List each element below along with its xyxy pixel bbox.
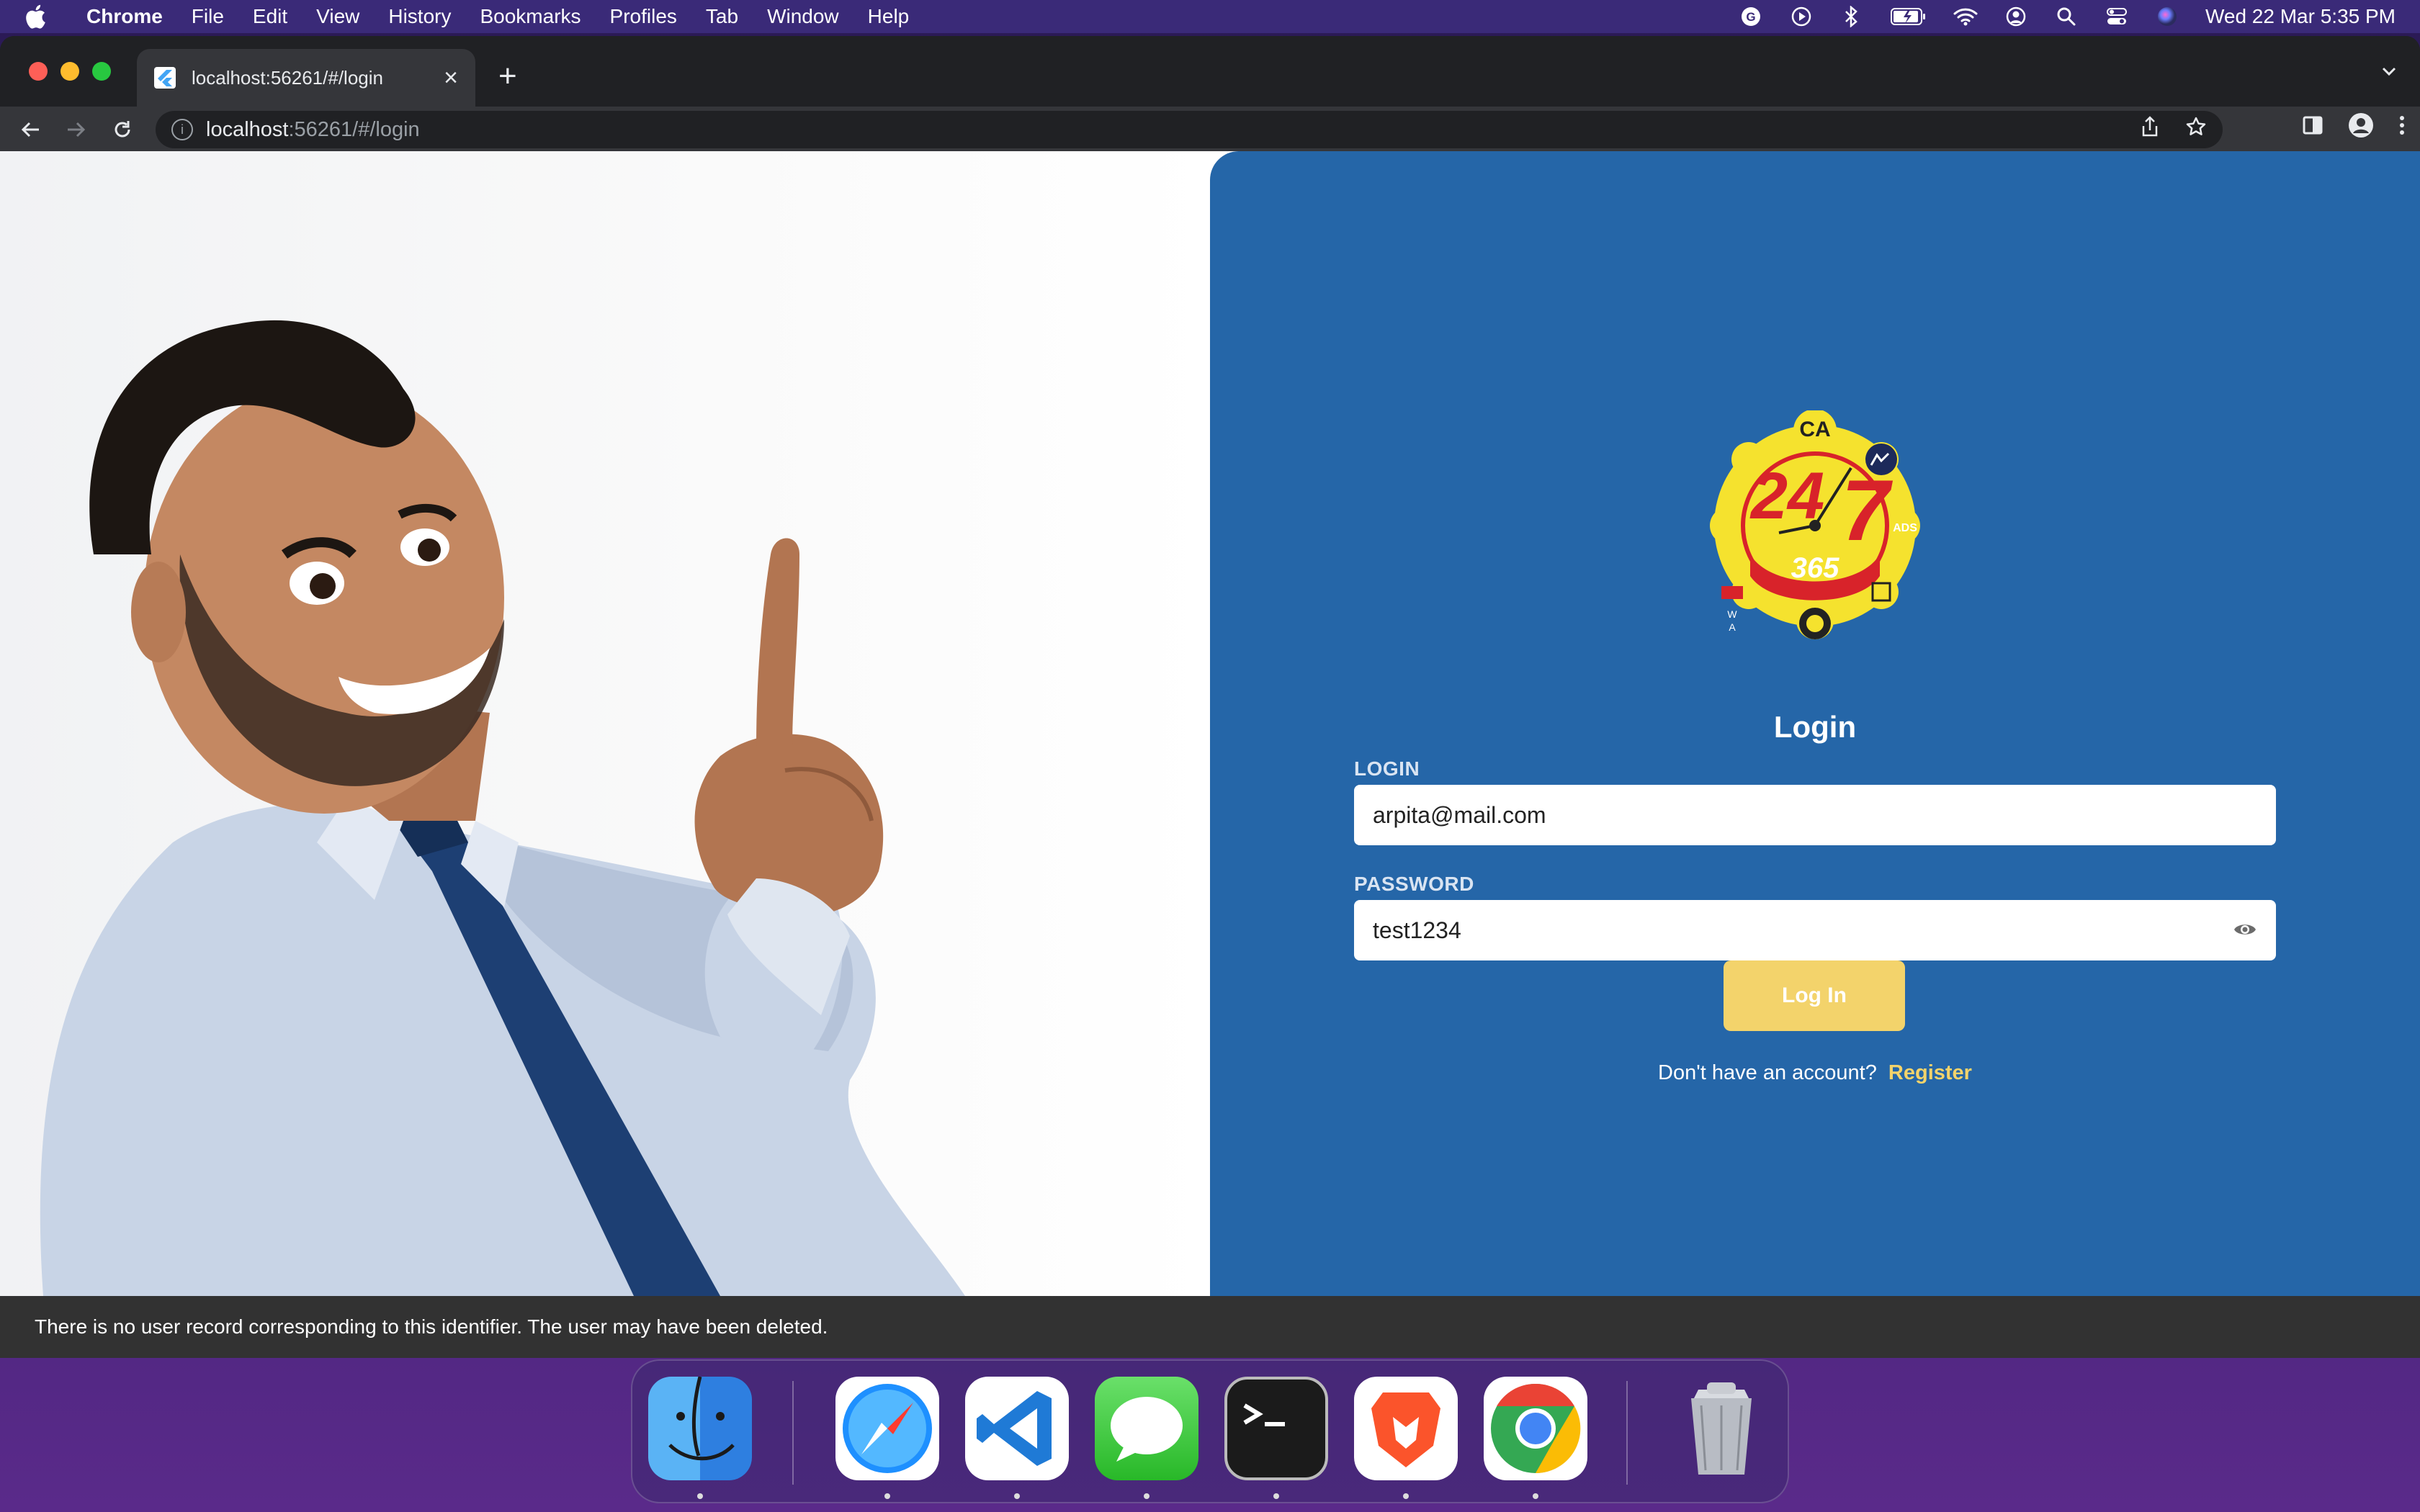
menu-history[interactable]: History [388, 5, 451, 28]
finder-running-dot [697, 1493, 703, 1499]
password-field[interactable]: test1234 [1354, 900, 2276, 960]
wifi-icon[interactable] [1953, 4, 1978, 29]
menu-tab[interactable]: Tab [706, 5, 738, 28]
terminal-running-dot [1273, 1493, 1279, 1499]
reload-icon[interactable] [108, 115, 137, 144]
url-host: localhost [206, 117, 289, 141]
snackbar-message: There is no user record corresponding to… [35, 1315, 828, 1338]
tab-close-icon[interactable]: × [444, 64, 458, 92]
error-snackbar: There is no user record corresponding to… [0, 1296, 2420, 1358]
messages-running-dot [1144, 1493, 1150, 1499]
vscode-running-dot [1014, 1493, 1020, 1499]
site-info-icon[interactable]: i [171, 119, 193, 140]
brave-icon[interactable] [1354, 1377, 1458, 1480]
no-account-text: Don't have an account? [1658, 1061, 1877, 1084]
bookmark-star-icon[interactable] [2185, 116, 2207, 143]
grammarly-icon[interactable]: G [1739, 4, 1763, 29]
menu-bookmarks[interactable]: Bookmarks [480, 5, 581, 28]
toolbar-right-actions [2302, 112, 2406, 142]
login-button[interactable]: Log In [1724, 960, 1905, 1031]
register-prompt: Don't have an account? Register [1210, 1061, 2420, 1085]
siri-icon[interactable] [2155, 4, 2179, 29]
spotlight-search-icon[interactable] [2054, 4, 2079, 29]
terminal-icon[interactable] [1224, 1377, 1328, 1480]
tab-search-chevron-icon[interactable] [2380, 62, 2398, 84]
brave-running-dot [1403, 1493, 1409, 1499]
menu-help[interactable]: Help [868, 5, 910, 28]
menu-window[interactable]: Window [767, 5, 839, 28]
login-email-value: arpita@mail.com [1373, 801, 1546, 828]
register-link[interactable]: Register [1888, 1061, 1972, 1084]
close-window-button[interactable] [29, 62, 48, 81]
tab-active[interactable]: localhost:56261/#/login × [137, 49, 475, 107]
logo-7-text: 7 [1842, 462, 1894, 559]
zoom-window-button[interactable] [92, 62, 111, 81]
side-panel-icon[interactable] [2302, 114, 2323, 140]
tab-strip: localhost:56261/#/login × + [0, 36, 2420, 107]
login-title: Login [1773, 710, 1857, 744]
user-account-icon[interactable] [2004, 4, 2028, 29]
chrome-window: localhost:56261/#/login × + i localhost:… [0, 36, 2420, 1358]
logo-wa-badge: W [1727, 608, 1737, 620]
login-email-field[interactable]: arpita@mail.com [1354, 785, 2276, 845]
menu-app-name[interactable]: Chrome [86, 5, 163, 28]
tab-title: localhost:56261/#/login [192, 66, 383, 89]
battery-icon[interactable] [1890, 4, 1927, 29]
dock-separator [792, 1381, 794, 1485]
login-field-label: LOGIN [1354, 757, 1420, 780]
chrome-icon[interactable] [1484, 1377, 1587, 1480]
chrome-menu-icon[interactable] [2398, 114, 2406, 140]
bluetooth-icon[interactable] [1839, 4, 1864, 29]
address-bar[interactable]: i localhost:56261/#/login [156, 111, 2223, 148]
logo-wa-badge-2: A [1729, 621, 1736, 633]
password-field-label: PASSWORD [1354, 873, 1474, 895]
safari-icon[interactable] [835, 1377, 939, 1480]
macos-dock [631, 1359, 1789, 1503]
menu-edit[interactable]: Edit [253, 5, 287, 28]
trash-icon[interactable] [1670, 1377, 1773, 1480]
share-icon[interactable] [2141, 116, 2159, 143]
apple-icon[interactable] [24, 4, 58, 29]
logo-365-text: 365 [1791, 552, 1839, 584]
logo-ca-badge: CA [1799, 418, 1830, 441]
chrome-running-dot [1533, 1493, 1538, 1499]
window-controls [29, 62, 111, 81]
vscode-icon[interactable] [965, 1377, 1069, 1480]
web-page: 24 7 365 CA ADS W A Login LOGIN arpita@m… [0, 151, 2420, 1358]
safari-running-dot [884, 1493, 890, 1499]
menu-file[interactable]: File [192, 5, 224, 28]
menu-clock[interactable]: Wed 22 Mar 5:35 PM [2205, 5, 2396, 28]
control-center-icon[interactable] [2105, 4, 2129, 29]
browser-toolbar: i localhost:56261/#/login [0, 107, 2420, 151]
macos-menu-bar: Chrome File Edit View History Bookmarks … [0, 0, 2420, 33]
pointing-man-illustration [40, 320, 965, 1296]
password-value: test1234 [1373, 917, 1461, 943]
login-panel: 24 7 365 CA ADS W A Login LOGIN arpita@m… [1210, 151, 2420, 1296]
dock-separator-2 [1626, 1381, 1628, 1485]
profile-avatar-icon[interactable] [2348, 112, 2374, 142]
menu-profiles[interactable]: Profiles [610, 5, 677, 28]
hero-image [0, 151, 1210, 1296]
menu-view[interactable]: View [316, 5, 359, 28]
url-path: :56261/#/login [288, 117, 420, 141]
forward-arrow-icon[interactable] [62, 115, 91, 144]
media-play-icon[interactable] [1789, 4, 1814, 29]
logo-ads-badge: ADS [1893, 522, 1917, 534]
show-password-eye-icon[interactable] [2233, 917, 2257, 944]
svg-text:G: G [1746, 10, 1755, 24]
new-tab-button[interactable]: + [498, 60, 517, 92]
finder-icon[interactable] [648, 1377, 752, 1480]
back-arrow-icon[interactable] [16, 115, 45, 144]
minimize-window-button[interactable] [60, 62, 79, 81]
messages-icon[interactable] [1095, 1377, 1198, 1480]
brand-logo: 24 7 365 CA ADS W A [1700, 409, 1930, 641]
flutter-favicon-icon [154, 67, 176, 89]
